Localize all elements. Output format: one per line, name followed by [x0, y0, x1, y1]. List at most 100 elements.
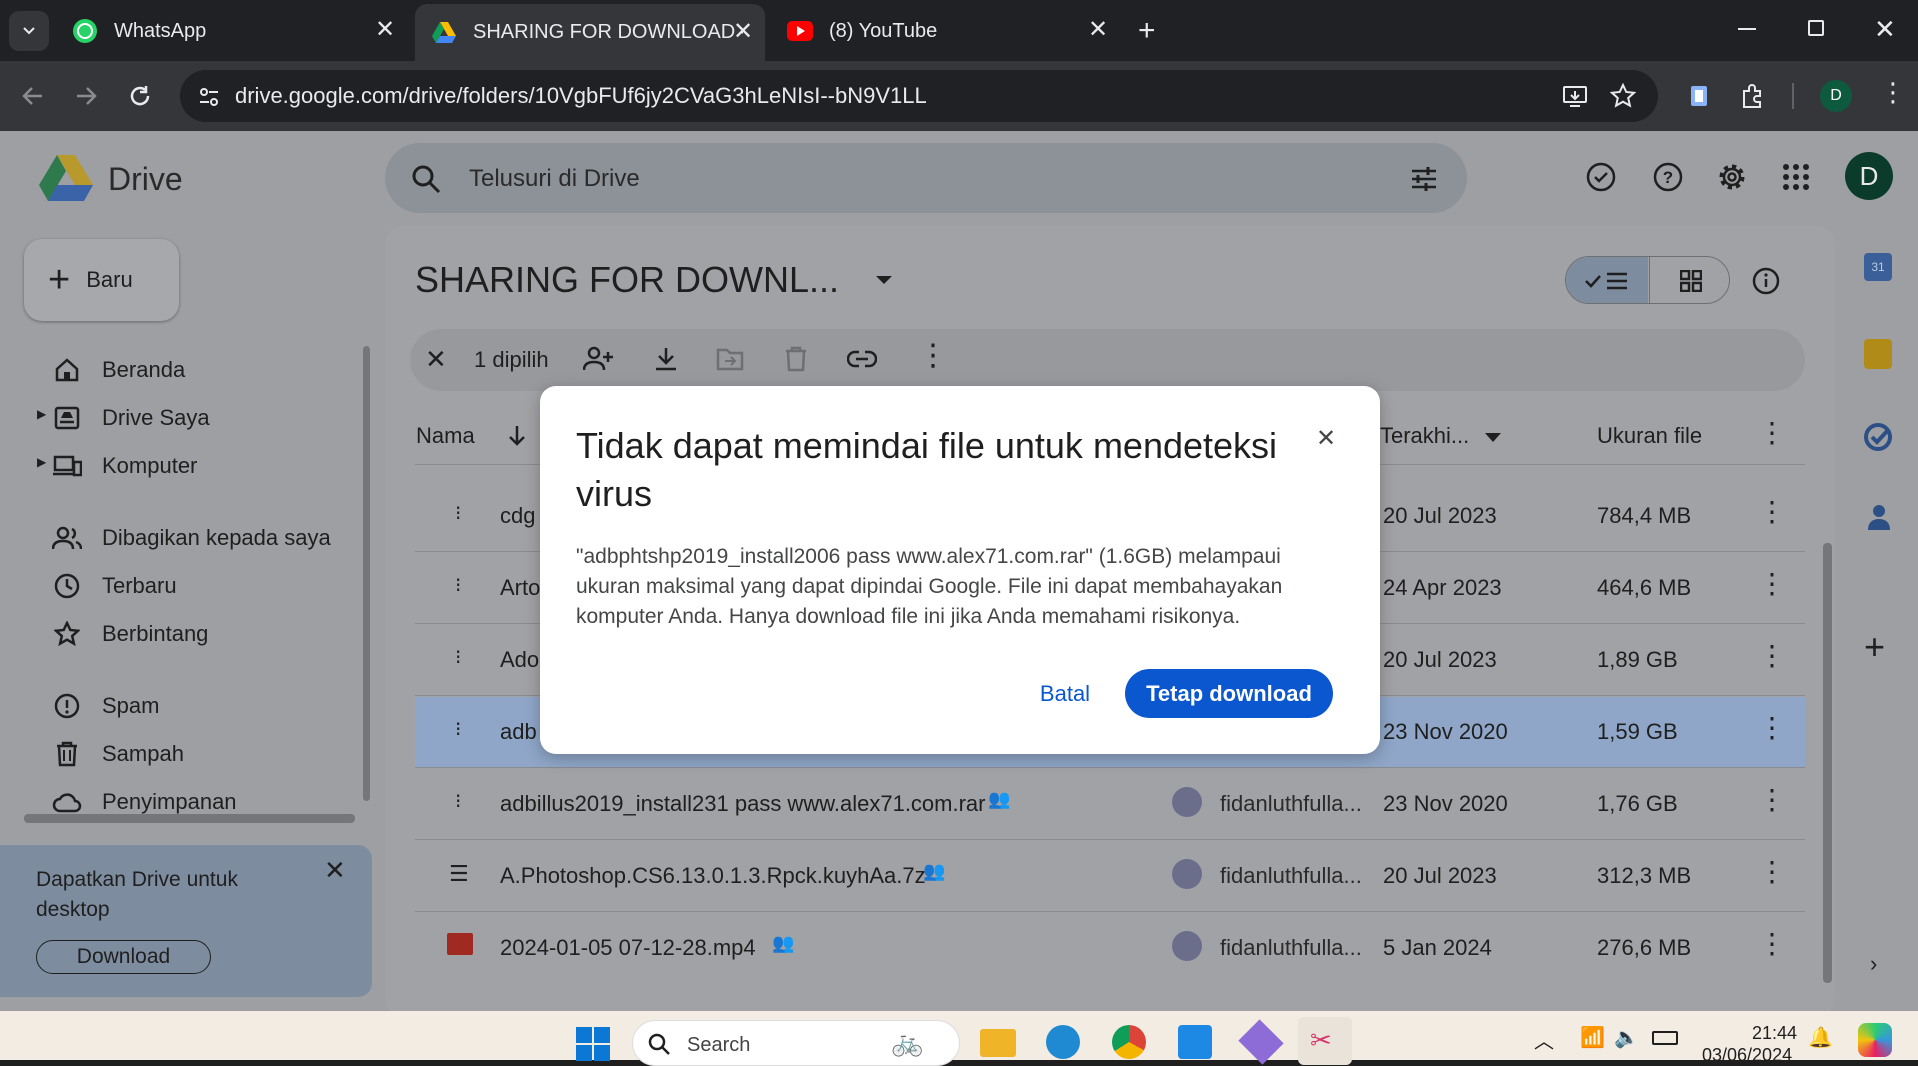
chevron-right-icon[interactable]: ›	[1870, 951, 1877, 977]
move-folder-icon[interactable]	[716, 347, 744, 371]
nav-computers[interactable]: Komputer	[52, 446, 197, 486]
bookmark-star-icon[interactable]	[1610, 83, 1636, 109]
share-user-icon[interactable]	[583, 346, 613, 372]
copy-link-icon[interactable]	[847, 349, 877, 369]
keep-icon[interactable]	[1864, 339, 1892, 369]
drive-logo-icon[interactable]	[38, 153, 94, 203]
tab-search-button[interactable]	[9, 11, 49, 51]
minimize-button[interactable]	[1738, 28, 1756, 30]
nav-recent[interactable]: Terbaru	[52, 566, 177, 606]
sidebar-scrollbar[interactable]	[363, 346, 370, 801]
tab-youtube[interactable]: (8) YouTube ✕	[775, 8, 1120, 54]
site-info-icon[interactable]	[198, 86, 220, 108]
chrome-icon[interactable]	[1112, 1025, 1146, 1059]
add-addon-icon[interactable]: +	[1864, 629, 1885, 665]
volume-icon[interactable]: 🔈	[1614, 1025, 1639, 1050]
extension-docs-icon[interactable]	[1686, 83, 1712, 109]
address-bar[interactable]: drive.google.com/drive/folders/10VgbFUf6…	[180, 70, 1658, 122]
list-view-button[interactable]	[1566, 257, 1648, 303]
battery-icon[interactable]	[1652, 1031, 1678, 1045]
row-more-icon[interactable]: ⋮	[1758, 498, 1786, 526]
column-modified[interactable]: Terakhi...	[1380, 423, 1469, 449]
contacts-icon[interactable]	[1866, 503, 1892, 531]
settings-gear-icon[interactable]	[1716, 161, 1748, 193]
offline-ready-icon[interactable]	[1585, 161, 1617, 193]
delete-icon[interactable]	[784, 346, 808, 372]
help-icon[interactable]: ?	[1652, 161, 1684, 193]
new-tab-button[interactable]: +	[1138, 14, 1156, 48]
vscode-icon[interactable]	[1178, 1025, 1212, 1059]
table-row[interactable]: ☰ A.Photoshop.CS6.13.0.1.3.Rpck.kuyhAa.7…	[415, 841, 1805, 912]
browser-menu-icon[interactable]: ⋮	[1880, 79, 1906, 105]
account-avatar[interactable]: D	[1845, 152, 1893, 200]
clock-time[interactable]: 21:44	[1752, 1023, 1797, 1044]
table-row[interactable]: 2024-01-05 07-12-28.mp4 👥 fidanluthfulla…	[415, 913, 1805, 984]
download-anyway-button[interactable]: Tetap download	[1125, 669, 1333, 718]
column-name[interactable]: Nama	[416, 423, 475, 449]
row-more-icon[interactable]: ⋮	[1758, 642, 1786, 670]
nav-my-drive[interactable]: Drive Saya	[52, 398, 210, 438]
edge-icon[interactable]	[1046, 1025, 1080, 1059]
tab-drive-active[interactable]: SHARING FOR DOWNLOAD - G ✕	[415, 4, 765, 61]
back-icon[interactable]	[20, 83, 46, 109]
clear-selection-icon[interactable]: ✕	[425, 344, 447, 375]
expand-arrow-icon[interactable]: ▶	[37, 407, 46, 421]
calendar-icon[interactable]: 31	[1864, 253, 1892, 281]
promo-download-button[interactable]: Download	[36, 940, 211, 974]
wifi-icon[interactable]: 📶	[1580, 1025, 1605, 1050]
expand-arrow-icon[interactable]: ▶	[37, 455, 46, 469]
spam-icon	[54, 693, 80, 719]
file-explorer-icon[interactable]	[980, 1029, 1016, 1057]
apps-grid-icon[interactable]	[1782, 163, 1810, 191]
row-more-icon[interactable]: ⋮	[1758, 786, 1786, 814]
app-icon[interactable]	[1238, 1019, 1284, 1065]
install-app-icon[interactable]	[1562, 83, 1588, 109]
close-icon[interactable]: ✕	[375, 18, 395, 42]
close-icon[interactable]: ✕	[1316, 424, 1336, 453]
cancel-button[interactable]: Batal	[1017, 670, 1113, 718]
tab-whatsapp[interactable]: WhatsApp ✕	[60, 8, 405, 54]
new-button[interactable]: + Baru	[24, 239, 179, 321]
row-more-icon[interactable]: ⋮	[1758, 570, 1786, 598]
extensions-puzzle-icon[interactable]	[1740, 83, 1766, 109]
snipping-tool-icon[interactable]: ✂	[1298, 1017, 1352, 1065]
table-row[interactable]: ⁝ adbillus2019_install231 pass www.alex7…	[415, 769, 1805, 840]
drive-search-bar[interactable]: Telusuri di Drive	[385, 143, 1467, 213]
copilot-icon[interactable]	[1858, 1023, 1892, 1057]
folder-title[interactable]: SHARING FOR DOWNL...	[415, 255, 893, 305]
nav-trash[interactable]: Sampah	[52, 734, 184, 774]
windows-start-icon[interactable]	[576, 1027, 610, 1061]
row-more-icon[interactable]: ⋮	[1758, 858, 1786, 886]
restore-button[interactable]	[1808, 20, 1824, 36]
download-icon[interactable]	[653, 346, 679, 372]
list-scrollbar[interactable]	[1823, 543, 1832, 983]
column-size[interactable]: Ukuran file	[1597, 423, 1702, 449]
forward-icon[interactable]	[73, 83, 99, 109]
clock-date[interactable]: 03/06/2024	[1702, 1045, 1792, 1066]
details-info-icon[interactable]	[1752, 267, 1780, 295]
reload-icon[interactable]	[127, 83, 153, 109]
close-icon[interactable]: ✕	[1088, 18, 1108, 42]
close-icon[interactable]: ✕	[324, 855, 346, 886]
search-options-icon[interactable]	[1409, 164, 1439, 194]
notification-bell-icon[interactable]: 🔔	[1808, 1025, 1833, 1050]
tasks-icon[interactable]	[1862, 421, 1894, 453]
close-window-button[interactable]: ✕	[1874, 14, 1896, 45]
tray-chevron-up-icon[interactable]: ︿	[1534, 1025, 1554, 1054]
computer-icon	[53, 455, 82, 477]
close-icon[interactable]: ✕	[733, 20, 753, 44]
profile-avatar[interactable]: D	[1820, 80, 1852, 112]
sidebar-h-scrollbar[interactable]	[24, 814, 355, 823]
row-more-icon[interactable]: ⋮	[1758, 930, 1786, 958]
row-more-icon[interactable]: ⋮	[1758, 714, 1786, 742]
taskbar-search[interactable]: Search 🚲	[632, 1020, 960, 1066]
grid-view-button[interactable]	[1649, 257, 1729, 303]
nav-spam[interactable]: Spam	[52, 686, 159, 726]
list-file-icon: ☰	[449, 861, 469, 886]
column-options-icon[interactable]: ⋮	[1758, 419, 1786, 447]
nav-home[interactable]: Beranda	[52, 350, 185, 390]
nav-shared-with-me[interactable]: Dibagikan kepada saya	[52, 518, 331, 558]
nav-starred[interactable]: Berbintang	[52, 614, 208, 654]
sort-arrow-down-icon[interactable]	[507, 424, 527, 448]
more-actions-icon[interactable]: ⋮	[918, 341, 948, 371]
